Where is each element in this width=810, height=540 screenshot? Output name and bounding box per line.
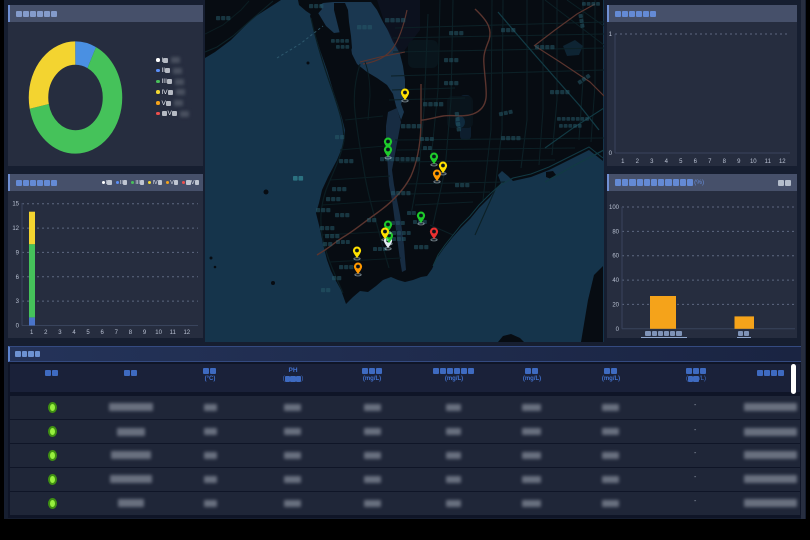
svg-text:10: 10 — [750, 159, 757, 165]
svg-text:15: 15 — [12, 202, 19, 208]
svg-text:7: 7 — [708, 159, 712, 165]
svg-text:6: 6 — [16, 275, 20, 281]
svg-text:6: 6 — [694, 159, 698, 165]
svg-text:0: 0 — [609, 151, 613, 157]
svg-text:3: 3 — [16, 299, 20, 305]
svg-text:4: 4 — [72, 330, 76, 336]
svg-text:40: 40 — [612, 278, 619, 284]
svg-text:11: 11 — [170, 330, 177, 336]
svg-text:9: 9 — [16, 250, 20, 256]
svg-text:11: 11 — [765, 159, 772, 165]
svg-text:0: 0 — [616, 327, 620, 333]
svg-text:1: 1 — [621, 159, 625, 165]
svg-text:8: 8 — [129, 330, 133, 336]
svg-text:12: 12 — [779, 159, 786, 165]
svg-text:4: 4 — [665, 159, 669, 165]
svg-text:0: 0 — [16, 324, 20, 330]
svg-text:2: 2 — [636, 159, 640, 165]
svg-text:80: 80 — [612, 229, 619, 235]
svg-text:1: 1 — [609, 32, 613, 38]
svg-text:12: 12 — [12, 226, 19, 232]
svg-text:20: 20 — [612, 302, 619, 308]
svg-text:1: 1 — [30, 330, 34, 336]
svg-text:2: 2 — [44, 330, 48, 336]
svg-text:9: 9 — [143, 330, 147, 336]
svg-text:7: 7 — [115, 330, 119, 336]
svg-text:100: 100 — [609, 205, 620, 211]
svg-text:8: 8 — [723, 159, 727, 165]
svg-text:9: 9 — [737, 159, 741, 165]
svg-text:12: 12 — [183, 330, 190, 336]
svg-text:5: 5 — [86, 330, 90, 336]
svg-text:60: 60 — [612, 254, 619, 260]
svg-text:10: 10 — [155, 330, 162, 336]
svg-text:5: 5 — [679, 159, 683, 165]
svg-text:3: 3 — [58, 330, 62, 336]
svg-text:3: 3 — [650, 159, 654, 165]
svg-text:6: 6 — [101, 330, 105, 336]
